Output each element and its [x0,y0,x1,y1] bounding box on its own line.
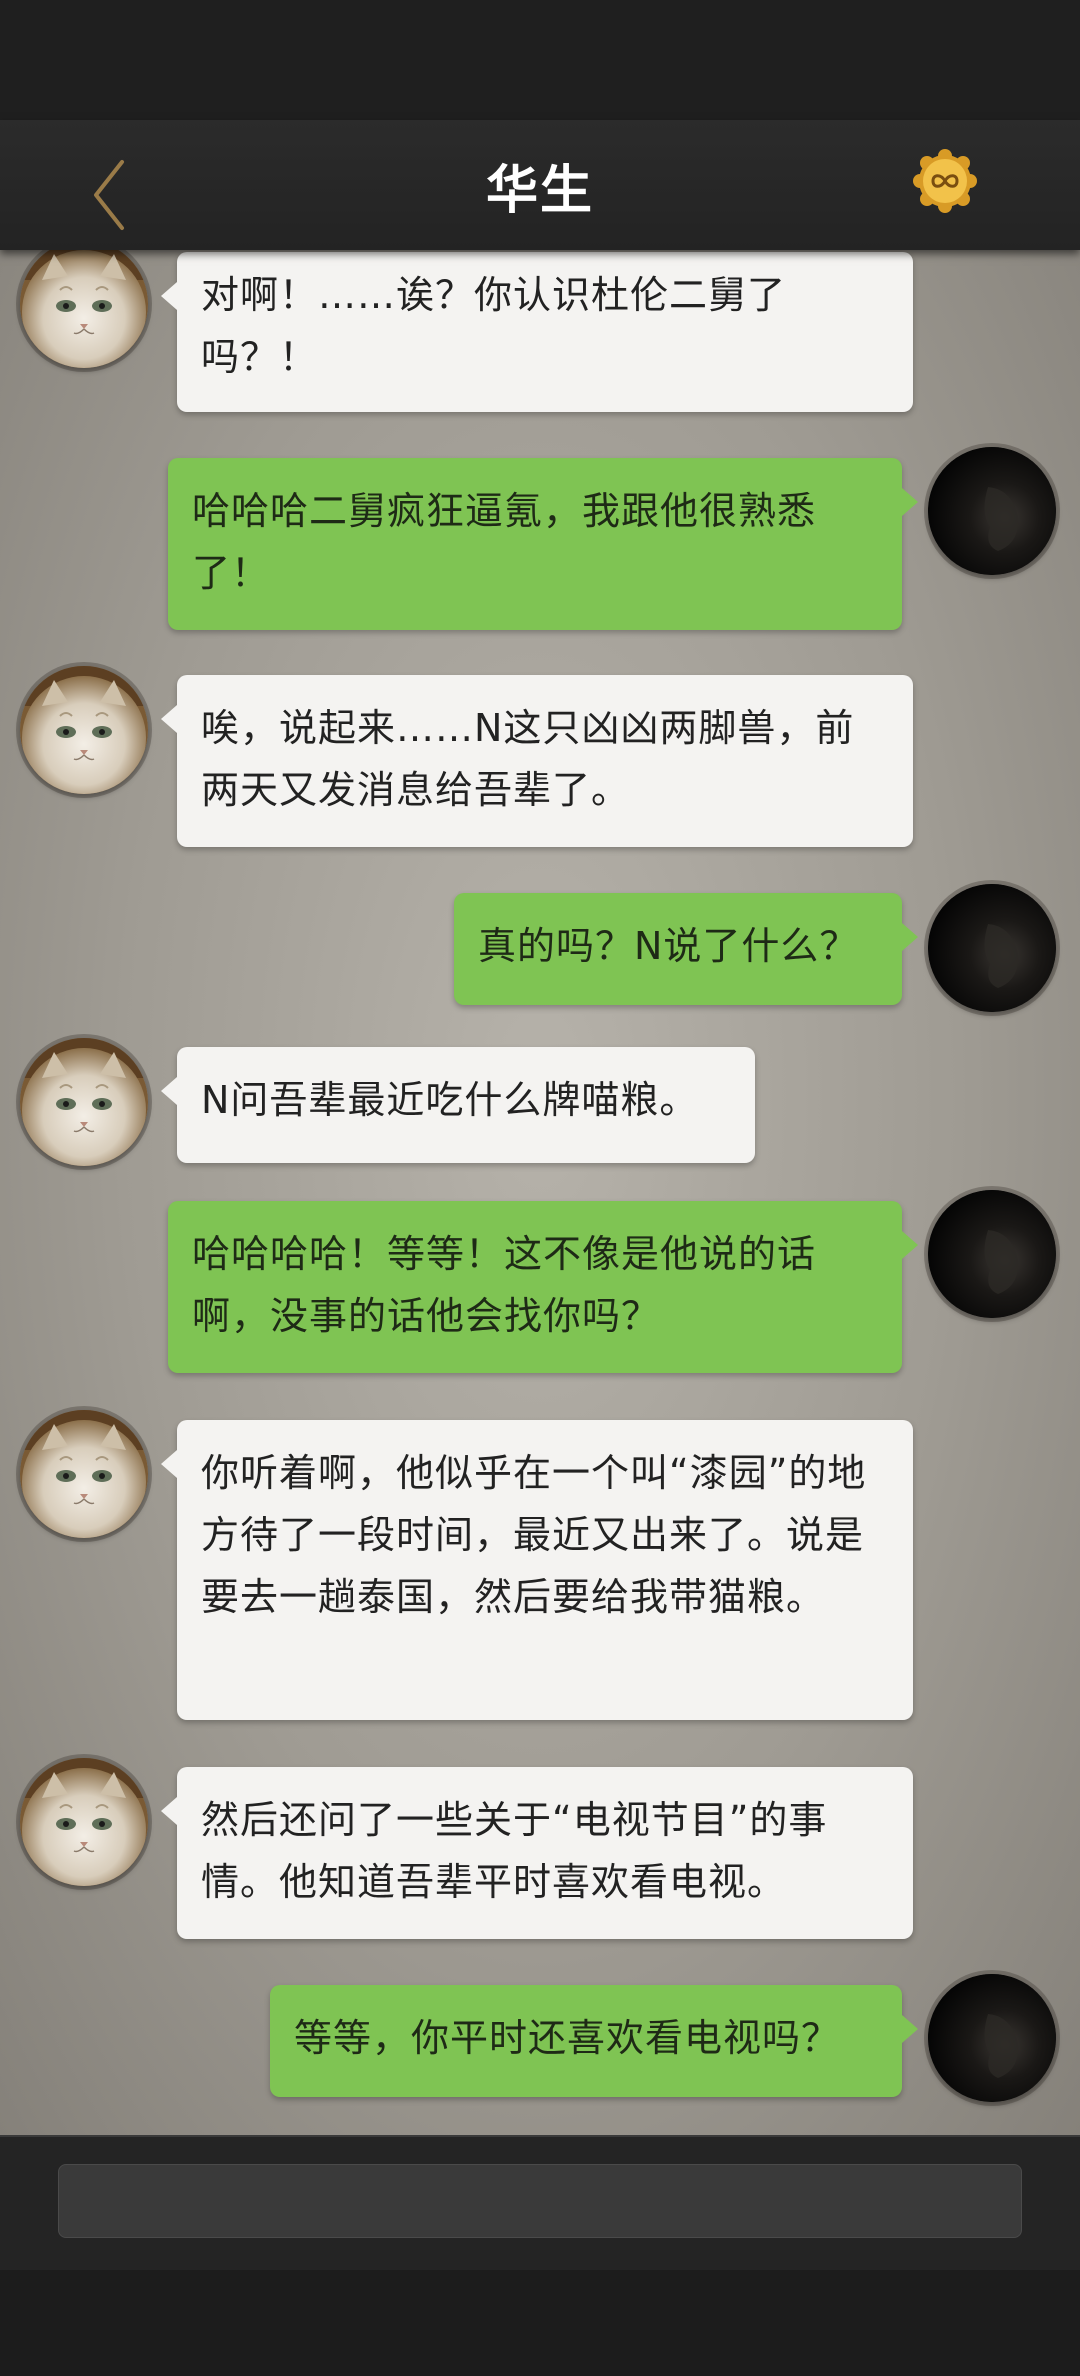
input-bar [0,2135,1080,2272]
message-bubble-incoming: 你听着啊，他似乎在一个叫“漆园”的地方待了一段时间，最近又出来了。说是要去一趟泰… [161,1420,913,1720]
message-text: 哈哈哈二舅疯狂逼氪，我跟他很熟悉了！ [192,489,817,595]
player-avatar[interactable] [928,1974,1056,2102]
message-bubble-incoming: N问吾辈最近吃什么牌喵粮。 [161,1047,755,1163]
message-text: 对啊！……诶？你认识杜伦二舅了吗？！ [201,273,787,379]
chat-area[interactable]: 对啊！……诶？你认识杜伦二舅了吗？！ 哈哈哈二舅疯狂逼氪，我跟他很熟悉了！ 唉，… [0,250,1080,2135]
cat-avatar[interactable] [20,1758,148,1886]
message-bubble-incoming: 然后还问了一些关于“电视节目”的事情。他知道吾辈平时喜欢看电视。 [161,1767,913,1939]
cat-avatar[interactable] [20,666,148,794]
message-bubble-outgoing: 哈哈哈二舅疯狂逼氪，我跟他很熟悉了！ [168,458,918,630]
coin-button[interactable] [910,146,980,216]
cat-avatar[interactable] [20,1038,148,1166]
message-bubble-outgoing: 哈哈哈哈！等等！这不像是他说的话啊，没事的话他会找你吗？ [168,1201,918,1373]
app-header: 华生 [0,120,1080,250]
cat-avatar[interactable] [20,1410,148,1538]
bottom-bar [0,2270,1080,2376]
message-text: N问吾辈最近吃什么牌喵粮。 [201,1078,699,1122]
message-bubble-outgoing: 真的吗？N说了什么？ [454,893,918,1005]
message-input[interactable] [58,2164,1022,2238]
message-text: 等等，你平时还喜欢看电视吗？ [294,2016,841,2060]
message-bubble-outgoing: 等等，你平时还喜欢看电视吗？ [270,1985,918,2097]
message-text: 哈哈哈哈！等等！这不像是他说的话啊，没事的话他会找你吗？ [192,1232,817,1338]
message-bubble-incoming: 对啊！……诶？你认识杜伦二舅了吗？！ [161,252,913,412]
infinity-coin-icon [913,149,977,213]
cat-avatar[interactable] [20,250,148,368]
status-bar [0,0,1080,120]
player-avatar[interactable] [928,1190,1056,1318]
message-text: 你听着啊，他似乎在一个叫“漆园”的地方待了一段时间，最近又出来了。说是要去一趟泰… [201,1451,867,1619]
message-text: 唉，说起来……N这只凶凶两脚兽，前两天又发消息给吾辈了。 [201,706,855,812]
message-text: 真的吗？N说了什么？ [478,924,859,968]
player-avatar[interactable] [928,884,1056,1012]
player-avatar[interactable] [928,447,1056,575]
message-text: 然后还问了一些关于“电视节目”的事情。他知道吾辈平时喜欢看电视。 [201,1798,828,1904]
message-bubble-incoming: 唉，说起来……N这只凶凶两脚兽，前两天又发消息给吾辈了。 [161,675,913,847]
